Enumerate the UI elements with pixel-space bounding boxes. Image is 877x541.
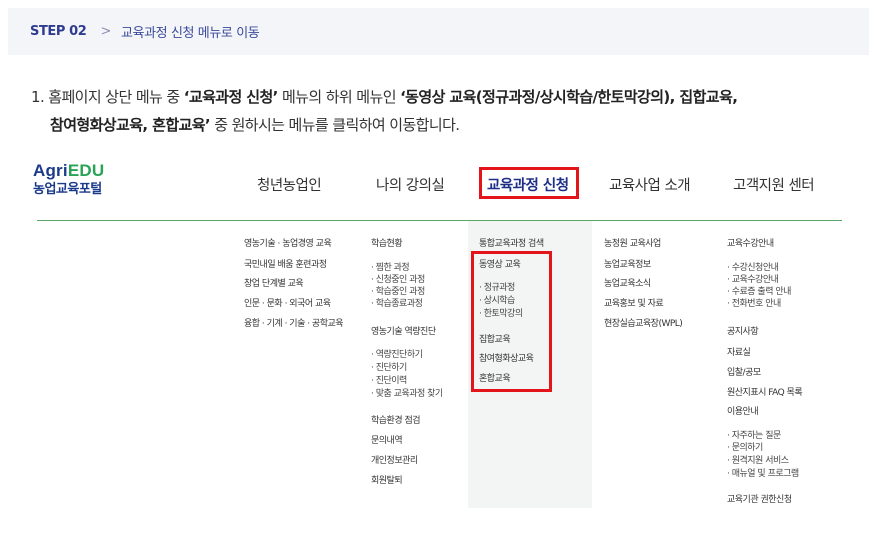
gnb-edu-business[interactable]: 교육사업 소개: [609, 174, 691, 195]
instruction-line-2: 참여형화상교육, 혼합교육’ 중 원하시는 메뉴를 클릭하여 이동합니다.: [31, 111, 861, 139]
submenu-item[interactable]: 공지사항: [727, 324, 759, 337]
instruction-text-part: 1. 홈페이지 상단 메뉴 중: [31, 88, 184, 106]
submenu-item[interactable]: 회원탈퇴: [371, 473, 403, 486]
submenu-item[interactable]: 학습환경 점검: [371, 413, 421, 426]
submenu-subitem[interactable]: · 진단하기: [371, 360, 407, 373]
submenu-item[interactable]: 개인정보관리: [371, 453, 418, 466]
submenu-item[interactable]: 국민내일 배움 훈련과정: [244, 257, 327, 270]
course-apply-highlight-box: [479, 167, 579, 199]
logo-subtitle: 농업교육포털: [33, 182, 102, 197]
instruction-bold-part: 참여형화상교육, 혼합교육’: [50, 116, 211, 134]
submenu-highlight-box: [471, 251, 552, 392]
submenu-item[interactable]: 학습현황: [371, 236, 403, 249]
chevron-right-icon: >: [100, 24, 111, 39]
submenu-subitem[interactable]: · 역량진단하기: [371, 347, 423, 360]
submenu-item[interactable]: 교육기관 권한신청: [727, 492, 792, 505]
submenu-item[interactable]: 교육수강안내: [727, 236, 774, 249]
submenu-subitem[interactable]: · 전화번호 안내: [727, 296, 781, 309]
submenu-item[interactable]: 원산지표시 FAQ 목록: [727, 385, 803, 398]
instruction-bold-part: ‘동영상 교육(정규과정/상시학습/한토막강의), 집합교육,: [400, 88, 738, 106]
submenu-item[interactable]: 농업교육정보: [604, 257, 651, 270]
instruction-text-part: 메뉴의 하위 메뉴인: [277, 88, 401, 106]
gnb-my-classroom[interactable]: 나의 강의실: [376, 174, 445, 195]
submenu-subitem[interactable]: · 맞춤 교육과정 찾기: [371, 386, 443, 399]
submenu-subitem[interactable]: · 매뉴얼 및 프로그램: [727, 466, 799, 479]
submenu-item[interactable]: 융합 · 기계 · 기술 · 공학교육: [244, 316, 344, 329]
site-logo[interactable]: AgriEDU 농업교육포털: [33, 161, 104, 199]
logo-wordmark: AgriEDU: [33, 161, 104, 181]
instruction-text: 1. 홈페이지 상단 메뉴 중 ‘교육과정 신청’ 메뉴의 하위 메뉴인 ‘동영…: [31, 83, 861, 139]
gnb-youth-farmer[interactable]: 청년농업인: [257, 174, 322, 195]
step-description: 교육과정 신청 메뉴로 이동: [120, 26, 260, 41]
submenu-item[interactable]: 창업 단계별 교육: [244, 276, 304, 289]
submenu-item[interactable]: 현장실습교육장(WPL): [604, 316, 683, 329]
submenu-item[interactable]: 이용안내: [727, 404, 759, 417]
submenu-item[interactable]: 농업교육소식: [604, 276, 651, 289]
step-bar: STEP 02 > 교육과정 신청 메뉴로 이동: [8, 8, 869, 55]
submenu-item[interactable]: 입찰/공모: [727, 365, 761, 378]
submenu-item[interactable]: 농정원 교육사업: [604, 236, 661, 249]
logo-edu: EDU: [67, 161, 105, 180]
gnb-divider: [37, 220, 842, 221]
step-label: STEP 02: [30, 24, 87, 39]
submenu-subitem[interactable]: · 원격지원 서비스: [727, 453, 789, 466]
submenu-subitem[interactable]: · 문의하기: [727, 440, 763, 453]
instruction-text-part: 중 원하시는 메뉴를 클릭하여 이동합니다.: [210, 116, 460, 134]
submenu-item[interactable]: 자료실: [727, 345, 751, 358]
instruction-bold-part: ‘교육과정 신청’: [183, 88, 279, 106]
instruction-line-1: 1. 홈페이지 상단 메뉴 중 ‘교육과정 신청’ 메뉴의 하위 메뉴인 ‘동영…: [31, 83, 861, 111]
submenu-item[interactable]: 문의내역: [371, 433, 403, 446]
submenu-item[interactable]: 교육홍보 및 자료: [604, 296, 664, 309]
submenu-item[interactable]: 영농기술 역량진단: [371, 324, 436, 337]
gnb-customer-center[interactable]: 고객지원 센터: [733, 174, 815, 195]
submenu-item[interactable]: 통합교육과정 검색: [479, 236, 544, 249]
submenu-item[interactable]: 영농기술 · 농업경영 교육: [244, 236, 332, 249]
submenu-subitem[interactable]: · 학습종료과정: [371, 296, 423, 309]
submenu-subitem[interactable]: · 진단이력: [371, 373, 407, 386]
logo-agri: Agri: [33, 161, 68, 180]
submenu-item[interactable]: 인문 · 문화 · 외국어 교육: [244, 296, 331, 309]
